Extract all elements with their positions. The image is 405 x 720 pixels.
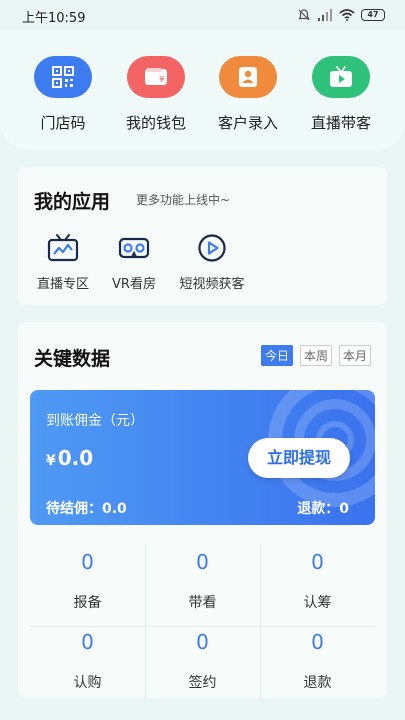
stat-value: 0	[81, 630, 94, 654]
stat-value: 0	[311, 550, 324, 574]
quick-actions-card: 门店码 ¥ 我的钱包 客户录入 直播带客	[0, 30, 405, 150]
app-label: 直播专区	[36, 277, 89, 292]
my-apps-card: 我的应用 更多功能上线中~ 直播专区 VR看房 短视频获客	[18, 167, 387, 305]
battery-icon: 47	[361, 9, 385, 21]
quick-action-label: 门店码	[40, 114, 86, 132]
quick-action-label: 我的钱包	[125, 114, 186, 132]
stat-value: 0	[81, 550, 94, 574]
divider	[30, 626, 375, 627]
tab-this-week[interactable]: 本周	[299, 345, 332, 366]
app-vr-tour[interactable]: VR看房	[106, 233, 162, 292]
user-card-icon	[219, 56, 277, 98]
stats-grid: 0 报备 0 带看 0 认筹 0 认购 0 签约 0 退款	[30, 544, 375, 698]
stat-label: 签约	[188, 675, 217, 691]
mute-bell-icon	[298, 9, 310, 21]
tab-today[interactable]: 今日	[260, 345, 293, 366]
quick-action-wallet[interactable]: ¥ 我的钱包	[111, 56, 201, 133]
quick-action-customer-entry[interactable]: 客户录入	[203, 56, 293, 133]
stat-value: 0	[311, 630, 324, 654]
status-time: 上午10:59	[22, 11, 86, 26]
tv-play-icon	[312, 56, 370, 98]
my-apps-subtitle: 更多功能上线中~	[136, 193, 231, 207]
key-data-title: 关键数据	[34, 348, 111, 370]
stat-label: 带看	[188, 595, 217, 611]
quick-action-label: 直播带客	[310, 114, 371, 132]
stat-subscription[interactable]: 0 认筹	[260, 550, 375, 612]
status-bar: 上午10:59 47	[0, 0, 405, 30]
app-label: 短视频获客	[179, 277, 245, 292]
wallet-icon: ¥	[127, 56, 185, 98]
app-label: VR看房	[112, 277, 156, 292]
stat-refund[interactable]: 0 退款	[260, 630, 375, 692]
refund-amount: 退款：0	[297, 501, 349, 517]
stat-label: 报备	[73, 595, 102, 611]
quick-action-live-selling[interactable]: 直播带客	[296, 56, 386, 133]
commission-label: 到账佣金（元）	[46, 413, 144, 429]
tab-this-month[interactable]: 本月	[338, 345, 371, 366]
app-live-zone[interactable]: 直播专区	[33, 233, 93, 292]
live-tv-icon	[33, 233, 93, 263]
app-short-video[interactable]: 短视频获客	[174, 233, 250, 292]
qr-code-icon	[34, 56, 92, 98]
key-data-card: 关键数据 今日 本周 本月 到账佣金（元） ¥0.0 立即提现 待结佣：0.0 …	[18, 322, 387, 698]
stat-value: 0	[196, 550, 209, 574]
currency-symbol: ¥	[46, 453, 56, 469]
stat-purchase[interactable]: 0 认购	[30, 630, 145, 692]
commission-amount: ¥0.0	[46, 446, 93, 470]
stat-report[interactable]: 0 报备	[30, 550, 145, 612]
pending-commission: 待结佣：0.0	[46, 501, 127, 517]
stat-contract[interactable]: 0 签约	[145, 630, 260, 692]
stat-value: 0	[196, 630, 209, 654]
stat-label: 认购	[73, 675, 102, 691]
my-apps-title: 我的应用	[34, 191, 111, 213]
quick-action-label: 客户录入	[217, 114, 278, 132]
commission-value: 0.0	[57, 446, 94, 470]
signal-icon	[318, 9, 332, 21]
quick-action-store-code[interactable]: 门店码	[18, 56, 108, 133]
status-icons: 47	[297, 8, 385, 22]
range-tabs: 今日 本周 本月	[260, 345, 371, 366]
play-circle-icon	[174, 233, 250, 263]
commission-panel: 到账佣金（元） ¥0.0 立即提现 待结佣：0.0 退款：0	[30, 390, 375, 525]
vr-goggles-icon	[106, 233, 162, 263]
withdraw-button[interactable]: 立即提现	[248, 438, 350, 478]
svg-text:¥: ¥	[159, 75, 165, 85]
stat-label: 认筹	[303, 595, 332, 611]
stat-label: 退款	[303, 675, 332, 691]
stat-viewing[interactable]: 0 带看	[145, 550, 260, 612]
wifi-icon	[339, 9, 355, 21]
